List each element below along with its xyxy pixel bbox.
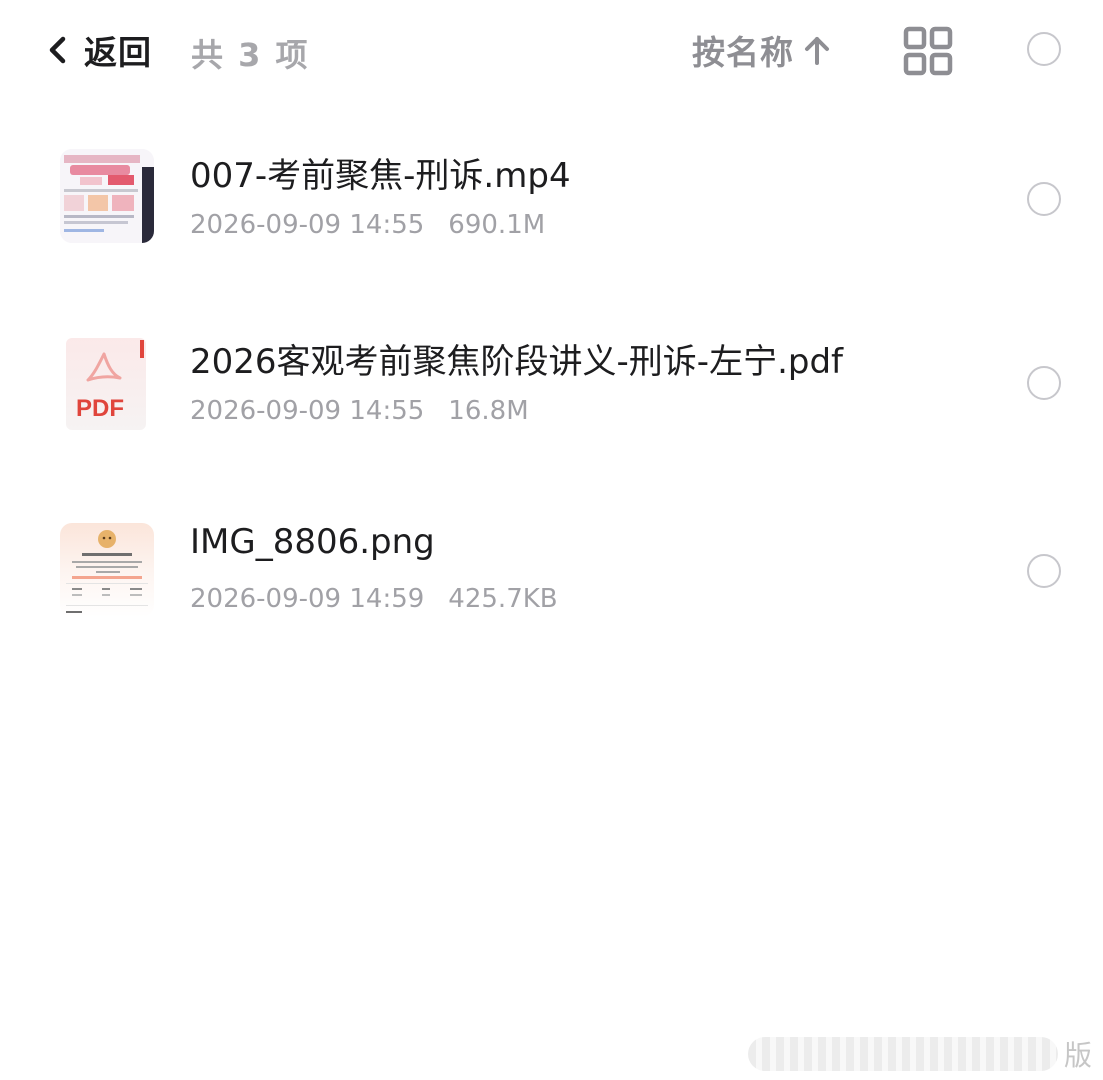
sort-label: 按名称 [692,33,794,72]
pdf-thumb-label: PDF [76,395,124,422]
file-row-pdf[interactable]: PDF 2026客观考前聚焦阶段讲义-刑诉-左宁.pdf 2026-09-09 … [0,308,1103,458]
video-thumbnail [60,149,154,243]
sort-button[interactable]: 按名称 [692,27,832,73]
select-all-checkbox[interactable] [1027,32,1061,66]
file-row-video[interactable]: 007-考前聚焦-刑诉.mp4 2026-09-09 14:55 690.1M [0,122,1103,272]
file-meta: 2026-09-09 14:55 16.8M [190,396,529,426]
row-checkbox[interactable] [1027,554,1061,588]
back-button[interactable]: 返回 [44,26,152,74]
file-size: 425.7KB [448,584,558,614]
file-date: 2026-09-09 14:55 [190,396,425,426]
chevron-left-icon [49,36,66,64]
file-date: 2026-09-09 14:55 [190,210,425,240]
pdf-file-icon: PDF [66,338,146,430]
file-name: 007-考前聚焦-刑诉.mp4 [190,156,571,196]
video-thumbnail-image [60,149,154,243]
file-name: IMG_8806.png [190,522,435,562]
file-date: 2026-09-09 14:59 [190,584,425,614]
file-size: 690.1M [448,210,546,240]
top-bar: 返回 共 3 项 按名称 [0,0,1103,100]
pdf-thumbnail: PDF [64,336,148,432]
row-checkbox[interactable] [1027,366,1061,400]
file-meta: 2026-09-09 14:59 425.7KB [190,584,558,614]
item-count: 共 3 项 [191,36,310,74]
file-row-image[interactable]: IMG_8806.png 2026-09-09 14:59 425.7KB [0,496,1103,646]
grid-view-icon[interactable] [903,26,953,76]
watermark: 版 [748,1036,1092,1072]
file-name: 2026客观考前聚焦阶段讲义-刑诉-左宁.pdf [190,342,844,382]
back-label: 返回 [84,33,152,72]
arrow-up-icon [805,37,829,65]
row-checkbox[interactable] [1027,182,1061,216]
file-size: 16.8M [448,396,529,426]
watermark-bars [748,1037,1058,1071]
watermark-text: 版 [1064,1039,1093,1072]
image-thumbnail-picture [60,523,154,617]
file-meta: 2026-09-09 14:55 690.1M [190,210,545,240]
image-thumbnail [60,523,154,617]
